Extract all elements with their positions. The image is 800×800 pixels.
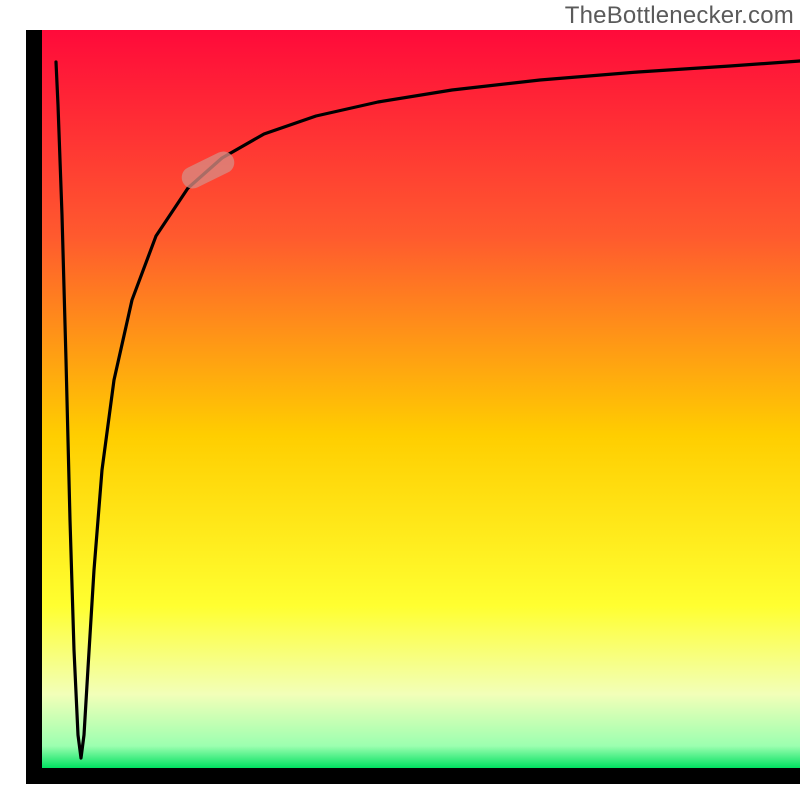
bottleneck-chart [0, 0, 800, 800]
watermark-text: TheBottlenecker.com [565, 2, 794, 30]
x-axis [26, 768, 800, 784]
chart-container: { "watermark": "TheBottlenecker.com", "c… [0, 0, 800, 800]
y-axis [26, 30, 42, 784]
plot-background [42, 30, 800, 768]
